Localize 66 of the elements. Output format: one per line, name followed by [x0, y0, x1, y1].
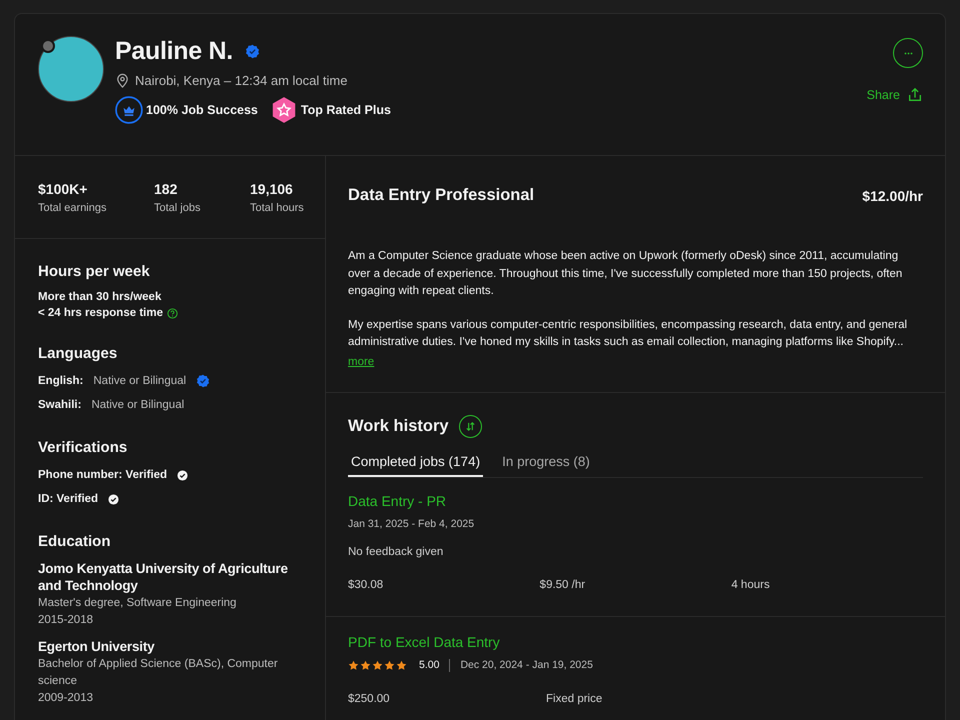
star-icon: [396, 660, 407, 670]
rating-value: 5.00: [419, 659, 440, 671]
tab[interactable]: Completed jobs (174): [348, 452, 484, 476]
section-title: Verifications: [38, 439, 128, 456]
hourly-rate: $12.00/hr: [862, 188, 923, 204]
job-stat: $250.00: [348, 692, 391, 704]
degree-text: Master's degree, Software Engineering: [38, 596, 238, 611]
badge-label: 100% Job Success: [146, 103, 258, 117]
location-pin-icon: [115, 73, 130, 88]
more-options-button[interactable]: [893, 38, 923, 68]
tab[interactable]: In progress (8): [499, 452, 593, 476]
stat-value: 19,106: [250, 181, 294, 197]
star-icon: [372, 660, 383, 670]
stat-label: Total earnings: [38, 202, 108, 214]
job-stat: $9.50 /hr: [540, 578, 586, 590]
share-button[interactable]: Share: [866, 87, 923, 103]
overview-paragraph: My expertise spans various computer-centric responsibilities, encompassing research, data entry, and general administrative duties. I've honed my skills in tasks such as email collection, managing platforms like Shopify...: [348, 318, 908, 350]
job-stat: $30.08: [348, 578, 384, 590]
job-stat: 4 hours: [731, 578, 771, 590]
overview-paragraph: Am a Computer Science graduate whose been active on Upwork (formerly oDesk) since 2011, accumulating over a decade of experience. Throughout this time, I've successfully completed more than 150 projects, often engaging with repeat clients.: [348, 249, 904, 299]
verification-text: ID: Verified: [38, 493, 98, 505]
language-level: Native or Bilingual: [93, 375, 186, 387]
feedback-text: No feedback given: [348, 546, 444, 558]
school-name: Egerton University: [38, 638, 156, 655]
star-icon: [360, 660, 371, 670]
section-title: Education: [38, 533, 112, 550]
verified-badge-icon: [196, 374, 210, 388]
verified-badge-icon: [244, 44, 260, 58]
degree-text: Bachelor of Applied Science (BASc), Computer science: [38, 657, 279, 689]
share-icon: [907, 87, 923, 103]
job-dates: Dec 20, 2024 - Jan 19, 2025: [460, 659, 593, 671]
stat-label: Total jobs: [154, 202, 202, 214]
stat-label: Total hours: [250, 202, 304, 214]
job-title-link[interactable]: Data Entry - PR: [348, 492, 446, 508]
help-icon[interactable]: [166, 308, 178, 318]
check-circle-icon: [177, 470, 188, 480]
section-title: Languages: [38, 345, 118, 362]
section-title: Hours per week: [38, 263, 151, 280]
stat-value: 182: [154, 181, 178, 197]
status-dot: [41, 39, 55, 53]
profile-name: Pauline N.: [115, 36, 233, 66]
language-name: Swahili:: [38, 399, 82, 411]
section-title: Work history: [348, 416, 449, 436]
job-dates: Jan 31, 2025 - Feb 4, 2025: [348, 518, 476, 530]
years-text: 2009-2013: [38, 691, 94, 706]
job-title-link[interactable]: PDF to Excel Data Entry: [348, 634, 500, 650]
language-name: English:: [38, 375, 84, 387]
school-name: Jomo Kenyatta University of Agriculture and Technology: [38, 560, 289, 594]
ellipsis-icon: [904, 52, 912, 54]
hours-text: < 24 hrs response time: [38, 307, 163, 319]
hours-text: More than 30 hrs/week: [38, 291, 162, 303]
star-icon: [384, 660, 395, 670]
crown-icon: [115, 96, 143, 124]
verification-text: Phone number: Verified: [38, 469, 168, 481]
location-text: Nairobi, Kenya – 12:34 am local time: [135, 73, 348, 88]
sort-button[interactable]: [458, 414, 482, 438]
check-circle-icon: [108, 494, 120, 504]
job-stat: Fixed price: [546, 692, 604, 704]
more-link[interactable]: more: [348, 356, 374, 368]
star-icon: [348, 660, 359, 670]
sort-arrows-icon: [464, 420, 476, 432]
years-text: 2015-2018: [38, 613, 94, 628]
profile-headline: Data Entry Professional: [348, 186, 534, 205]
stat-value: $100K+: [38, 181, 88, 197]
badge-label: Top Rated Plus: [300, 103, 391, 117]
language-level: Native or Bilingual: [91, 399, 184, 411]
